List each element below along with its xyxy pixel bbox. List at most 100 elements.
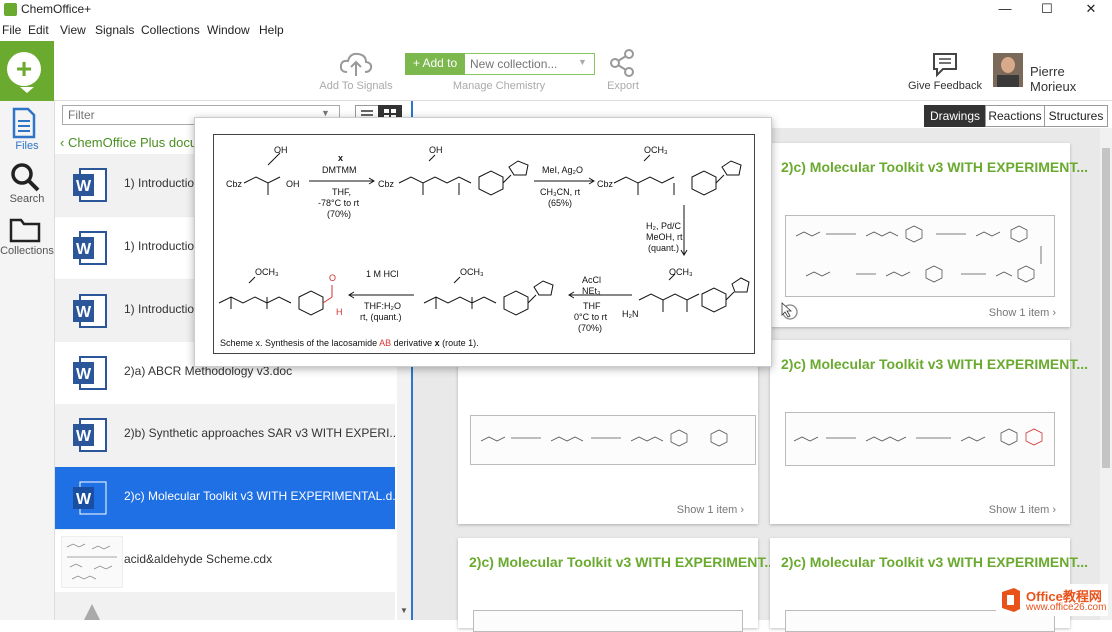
show-items-link[interactable]: Show 1 item › — [677, 504, 744, 516]
caption-text-end: (route 1). — [439, 338, 479, 348]
step4-solvent: THF — [583, 301, 601, 311]
step2-reagent: MeI, Ag₂O — [542, 165, 583, 175]
drawing-card[interactable]: 2)c) Molecular Toolkit v3 WITH EXPERIMEN… — [458, 538, 776, 632]
tab-drawings[interactable]: Drawings — [924, 105, 986, 127]
collections-nav-label[interactable]: Collections — [0, 245, 54, 257]
svg-text:W: W — [76, 178, 92, 195]
step5-reagent: 1 M HCl — [366, 269, 399, 279]
share-icon — [610, 49, 634, 77]
cloud-upload-icon — [339, 52, 373, 76]
drawing-card[interactable]: Show 1 item › — [458, 340, 758, 524]
svg-text:W: W — [76, 428, 92, 445]
word-doc-icon: W — [73, 168, 107, 202]
title-bar — [0, 0, 1112, 20]
cbz-label-2: Cbz — [378, 179, 395, 189]
step3-yield: (quant.) — [648, 243, 679, 253]
search-nav-button[interactable] — [9, 161, 41, 193]
word-doc-icon: W — [73, 356, 107, 390]
step1-conditions: -78°C to rt — [318, 198, 360, 208]
reaction-scheme-drawing: Cbz OH OH x DMTMM THF, -78°C to rt (70%)… — [218, 145, 750, 333]
caption-highlight: AB — [379, 338, 392, 348]
new-document-button[interactable]: + — [0, 41, 54, 101]
search-nav-label[interactable]: Search — [0, 193, 54, 205]
show-items-link[interactable]: Show 1 item › — [989, 504, 1056, 516]
files-icon — [12, 107, 36, 139]
export-button[interactable] — [609, 48, 637, 78]
file-name: 1) Introductio — [124, 176, 195, 190]
svg-text:W: W — [76, 304, 92, 321]
plus-icon: + — [7, 52, 41, 86]
list-item[interactable]: W 2)b) Synthetic approaches SAR v3 WITH … — [55, 404, 399, 467]
add-to-button[interactable]: + Add to — [405, 53, 465, 75]
menu-view[interactable]: View — [60, 23, 86, 37]
cbz-label: Cbz — [226, 179, 243, 189]
user-name[interactable]: Pierre Morieux — [1030, 64, 1112, 94]
menu-window[interactable]: Window — [207, 23, 250, 37]
cursor-icon — [780, 302, 800, 322]
menu-help[interactable]: Help — [259, 23, 284, 37]
card-drawing-thumbnail — [473, 610, 743, 632]
svg-text:W: W — [76, 241, 92, 258]
och3-label: OCH₃ — [644, 145, 668, 155]
files-nav-label[interactable]: Files — [0, 140, 54, 152]
card-drawing-thumbnail — [470, 415, 756, 465]
file-name: 2)b) Synthetic approaches SAR v3 WITH EX… — [124, 426, 400, 440]
app-logo-icon — [4, 3, 17, 16]
show-items-link[interactable]: Show 1 item › — [989, 307, 1056, 319]
dropdown-arrow-icon[interactable]: ▼ — [578, 57, 587, 67]
close-button[interactable]: ✕ — [1071, 0, 1111, 20]
maximize-button[interactable]: ☐ — [1027, 0, 1067, 20]
menu-signals[interactable]: Signals — [95, 23, 134, 37]
card-title: 2)c) Molecular Toolkit v3 WITH EXPERIMEN… — [781, 554, 1089, 570]
och3-label-4: OCH₃ — [255, 267, 279, 277]
give-feedback-button[interactable] — [931, 52, 959, 78]
caret-down-icon — [20, 87, 34, 93]
step4-yield: (70%) — [578, 323, 602, 333]
svg-text:W: W — [76, 366, 92, 383]
export-label: Export — [607, 80, 639, 92]
files-nav-button[interactable] — [11, 107, 37, 139]
step2-conditions: CH₃CN, rt — [540, 187, 581, 197]
add-to-signals-button[interactable] — [338, 50, 374, 78]
breadcrumb[interactable]: ‹ ChemOffice Plus docu — [60, 135, 197, 150]
card-drawing-thumbnail — [785, 412, 1055, 466]
word-doc-icon: W — [73, 231, 107, 265]
menu-collections[interactable]: Collections — [141, 23, 200, 37]
drawing-card[interactable]: 2)c) Molecular Toolkit v3 WITH EXPERIMEN… — [770, 143, 1088, 327]
breadcrumb-label: ChemOffice Plus docu — [67, 135, 198, 150]
menu-file[interactable]: File — [2, 23, 21, 37]
drawing-preview-popup: Cbz OH OH x DMTMM THF, -78°C to rt (70%)… — [194, 117, 772, 367]
word-doc-icon: W — [73, 294, 107, 328]
minimize-button[interactable]: — — [985, 0, 1025, 20]
tab-reactions[interactable]: Reactions — [985, 105, 1045, 127]
results-scrollbar-thumb[interactable] — [1102, 148, 1110, 468]
word-doc-icon: W — [73, 418, 107, 452]
collections-nav-button[interactable] — [9, 216, 41, 244]
menu-edit[interactable]: Edit — [28, 23, 49, 37]
tab-structures[interactable]: Structures — [1044, 105, 1108, 127]
och3-label-3: OCH₃ — [460, 267, 484, 277]
avatar[interactable] — [993, 53, 1023, 87]
step3-reagent: H₂, Pd/C — [646, 221, 682, 231]
cbz-label-3: Cbz — [597, 179, 614, 189]
caption-text-mid: derivative — [391, 338, 435, 348]
give-feedback-label[interactable]: Give Feedback — [908, 80, 982, 92]
svg-text:W: W — [76, 491, 92, 508]
search-icon — [11, 163, 40, 192]
aldehyde-h-label: H — [336, 307, 343, 317]
file-name: 1) Introductio — [124, 302, 195, 316]
step1-yield: (70%) — [327, 209, 351, 219]
back-chevron-icon[interactable]: ‹ — [60, 135, 68, 150]
list-item[interactable] — [55, 592, 395, 620]
list-item-selected[interactable]: W 2)c) Molecular Toolkit v3 WITH EXPERIM… — [55, 467, 402, 530]
warning-icon — [84, 604, 100, 620]
scroll-down-icon[interactable]: ▼ — [400, 606, 408, 615]
step3-conditions: MeOH, rt — [646, 232, 683, 242]
step2-yield: (65%) — [548, 198, 572, 208]
list-item[interactable]: acid&aldehyde Scheme.cdx — [55, 530, 395, 593]
cdx-thumbnail — [61, 536, 123, 588]
file-name: 1) Introductio — [124, 239, 195, 253]
manage-chemistry-label[interactable]: Manage Chemistry — [446, 80, 552, 92]
drawing-card[interactable]: 2)c) Molecular Toolkit v3 WITH EXPERIMEN… — [770, 340, 1088, 524]
collection-select[interactable] — [468, 55, 576, 72]
